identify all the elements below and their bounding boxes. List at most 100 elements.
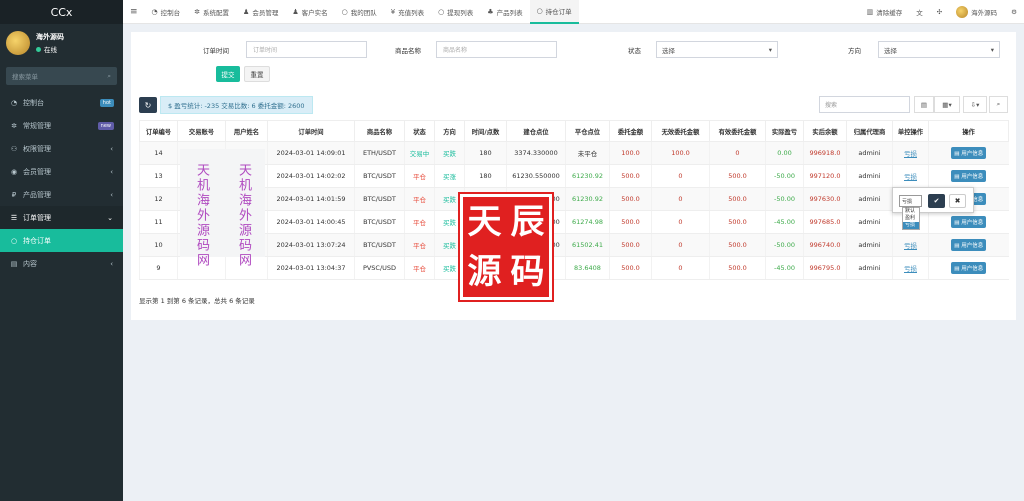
language-icon[interactable]: 文 [909,0,930,24]
column-header[interactable]: 平仓点位 [565,120,610,142]
users-icon: ⚇ [10,144,18,153]
dropdown-option-profit[interactable]: 盈利 [903,215,919,222]
table-cell: 500.0 [709,233,766,257]
submit-button[interactable]: 提交 [216,66,240,82]
column-header[interactable]: 状态 [404,120,435,142]
cancel-button[interactable]: ✖ [949,194,966,208]
table-cell: ▤ 用户信息 [928,141,1009,165]
table-cell: 997630.0 [803,187,847,211]
user-info-button[interactable]: ▤ 用户信息 [951,170,987,182]
user-info-button[interactable]: ▤ 用户信息 [951,216,987,228]
status-select[interactable]: 选择 ▾ [656,41,778,58]
toggle-view-button[interactable]: ▤ [914,96,934,113]
column-header[interactable]: 用户姓名 [225,120,268,142]
tab-withdrawals[interactable]: ○ 提现列表 [431,0,480,24]
search-icon[interactable]: ⌕ [107,72,111,81]
order-time-label: 订单时间 [203,46,229,55]
menu-toggle-icon[interactable]: ≡ [123,0,145,24]
single-control-link[interactable]: 亏损 [904,265,917,273]
tab-system-config[interactable]: ✲ 系统配置 [187,0,236,24]
cell-invalid: 100.0 [671,149,690,157]
user-info-button[interactable]: ▤ 用户信息 [951,239,987,251]
tab-kyc[interactable]: ♟ 客户实名 [285,0,334,24]
brand-logo[interactable]: CCx [0,0,123,24]
column-header[interactable]: 时间/点数 [464,120,507,142]
sidebar-search-input[interactable]: 搜索菜单 ⌕ [6,67,117,85]
table-cell: admini [846,141,893,165]
table-cell: PVSC/USD [354,256,405,280]
seal-char: 源 [467,252,502,292]
export-button[interactable]: ⇩▾ [963,96,987,113]
column-header[interactable]: 归属代理商 [846,120,893,142]
single-control-link[interactable]: 亏损 [904,242,917,250]
tab-members[interactable]: ♟ 会员管理 [236,0,285,24]
sidebar-item-orders[interactable]: ☰ 订单管理 ⌄ [0,206,123,229]
single-control-link[interactable]: 亏损 [904,150,917,158]
tab-team[interactable]: ○ 我的团队 [335,0,384,24]
settings-icon[interactable]: ⚙ [1004,0,1024,24]
sidebar-item-permissions[interactable]: ⚇ 权限管理 ‹ [0,137,123,160]
column-header[interactable]: 实际盈亏 [765,120,804,142]
refresh-button[interactable]: ↻ [139,97,157,113]
column-header[interactable]: 实后余额 [803,120,847,142]
column-header[interactable]: 方向 [434,120,465,142]
user-menu[interactable]: 海外源码 [949,0,1004,24]
column-header[interactable]: 委托金额 [609,120,652,142]
sidebar-item-label: 会员管理 [23,167,51,176]
fullscreen-icon[interactable]: ✣ [930,0,949,24]
dropdown-option-loss[interactable]: 亏损 [903,222,919,229]
sidebar-item-general[interactable]: ✲ 常规管理 new [0,114,123,137]
user-info-button[interactable]: ▤ 用户信息 [951,262,987,274]
column-header[interactable]: 有效委托金额 [709,120,766,142]
cell-agent: admini [858,241,881,249]
sidebar-item-content[interactable]: ▤ 内容 ‹ [0,252,123,275]
sidebar-item-members[interactable]: ◉ 会员管理 ‹ [0,160,123,183]
table-cell: 997120.0 [803,164,847,188]
table-cell: 0 [651,256,710,280]
column-header[interactable]: 订单时间 [267,120,355,142]
user-circle-icon: ◉ [10,167,18,176]
cell-pnl: -50.00 [774,172,795,180]
table-cell: 交易中 [404,141,435,165]
reset-button[interactable]: 重置 [244,66,270,82]
confirm-button[interactable]: ✔ [928,194,945,208]
advanced-search-button[interactable]: ⌕ [989,96,1008,113]
control-select[interactable]: 亏损 [899,195,922,207]
column-header[interactable]: 订单编号 [139,120,178,142]
column-header[interactable]: 商品名称 [354,120,405,142]
sidebar-item-positions[interactable]: ○ 持仓订单 [0,229,123,252]
check-icon: ✔ [933,197,940,205]
column-header[interactable]: 无效委托金额 [651,120,710,142]
tab-products[interactable]: ♣ 产品列表 [480,0,529,24]
table-search-input[interactable]: 搜索 [819,96,910,113]
cell-product: BTC/USDT [363,195,396,203]
close-icon: ✖ [954,197,961,205]
order-time-input[interactable]: 订单时间 [246,41,367,58]
column-header[interactable]: 单控操作 [892,120,929,142]
direction-select[interactable]: 选择 ▾ [878,41,1000,58]
column-header[interactable]: 操作 [928,120,1009,142]
product-name-input[interactable]: 商品名称 [436,41,557,58]
cell-balance: 996795.0 [809,264,841,272]
tab-deposits[interactable]: ¥ 充值列表 [384,0,431,24]
single-control-link[interactable]: 亏损 [904,173,917,181]
column-header[interactable]: 建仓点位 [506,120,566,142]
sidebar-item-products[interactable]: ₽ 产品管理 ‹ [0,183,123,206]
tab-label: 产品列表 [496,8,523,17]
cell-time: 2024-03-01 14:09:01 [276,149,346,157]
table-cell: 500.0 [609,233,652,257]
user-name: 海外源码 [36,33,64,41]
online-dot-icon [36,47,41,52]
dropdown-option-default[interactable]: 默认 [903,208,919,215]
seal-char: 天 [467,202,502,242]
table-cell: 500.0 [709,256,766,280]
clear-cache-button[interactable]: ▥ 清除缓存 [860,0,910,24]
cell-balance: 996740.0 [809,241,841,249]
tab-label: 控制台 [160,8,181,17]
tab-positions[interactable]: ○ 持仓订单 [529,0,579,24]
sidebar-item-dashboard[interactable]: ◔ 控制台 hot [0,91,123,114]
column-header[interactable]: 交易账号 [177,120,226,142]
columns-button[interactable]: ▦▾ [934,96,960,113]
user-info-button[interactable]: ▤ 用户信息 [951,147,987,159]
tab-dashboard[interactable]: ◔ 控制台 [145,0,188,24]
